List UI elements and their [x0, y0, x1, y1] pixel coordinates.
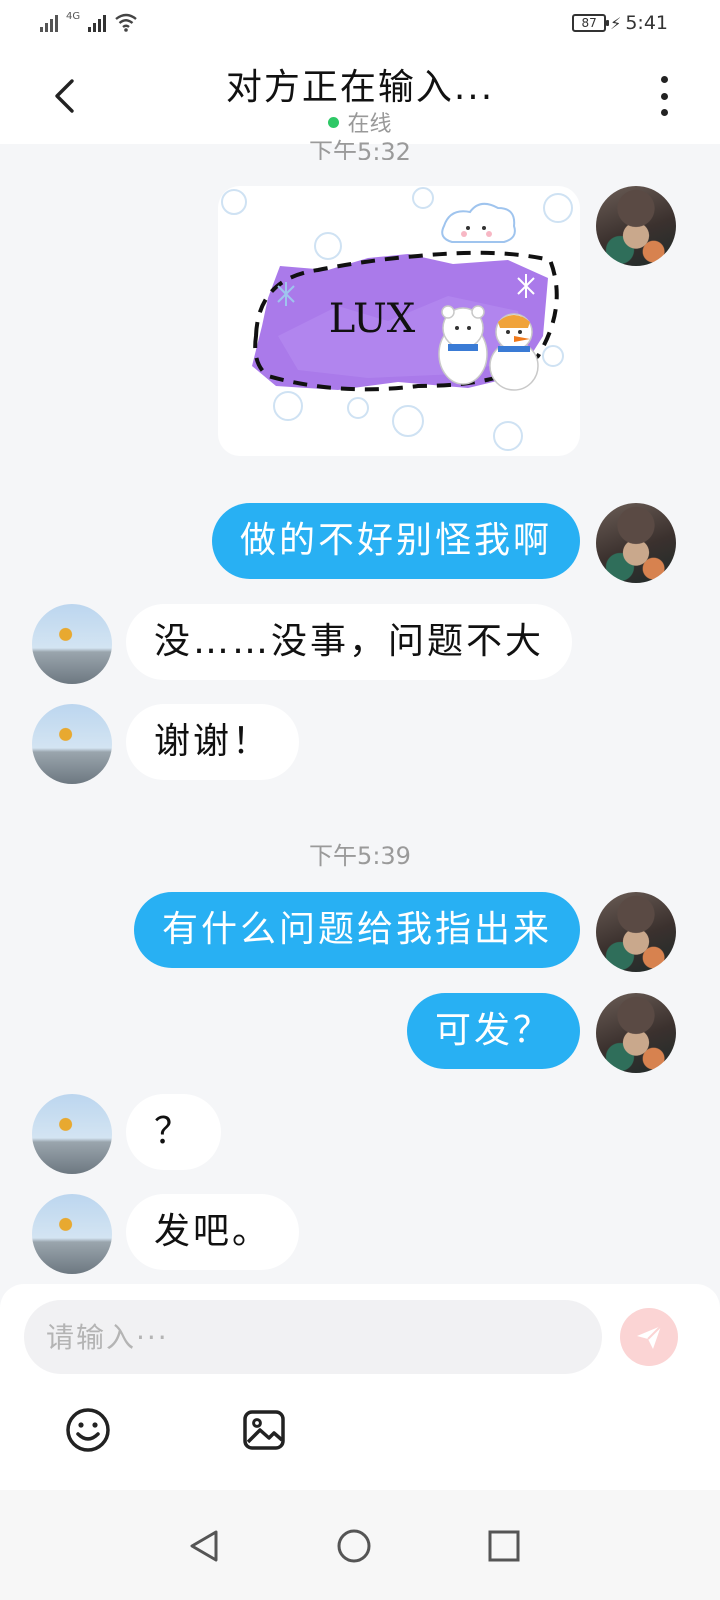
battery-icon: 87 [572, 14, 610, 32]
time-divider: 下午5:39 [309, 842, 411, 870]
emoji-icon [66, 1408, 110, 1452]
time-divider: 下午5:32 [0, 132, 720, 160]
nav-recents-button[interactable] [484, 1526, 524, 1566]
network-type: 4G [66, 11, 81, 22]
svg-text:LUX: LUX [329, 296, 416, 342]
my-avatar[interactable] [596, 892, 676, 972]
status-bar: 4G 87 ⚡ 5:41 [0, 0, 720, 48]
sticker-message[interactable]: LUX [218, 186, 580, 456]
outgoing-message-bubble[interactable]: 可发？ [406, 993, 580, 1069]
recents-square-icon [488, 1530, 520, 1562]
home-circle-icon [337, 1529, 371, 1563]
system-nav-bar [0, 1490, 720, 1600]
signal-icon-1 [40, 12, 58, 32]
incoming-message-bubble[interactable]: 没……没事，问题不大 [126, 604, 573, 680]
message-input[interactable] [24, 1300, 602, 1374]
contact-avatar[interactable] [32, 1094, 112, 1174]
more-dot-icon [660, 76, 668, 83]
signal-icon-2 [88, 12, 107, 32]
more-options-button[interactable] [652, 76, 676, 116]
nav-back-button[interactable] [184, 1526, 224, 1566]
my-avatar[interactable] [596, 503, 676, 583]
wifi-icon [115, 13, 137, 32]
back-triangle-icon [190, 1530, 218, 1562]
outgoing-message-bubble[interactable]: 有什么问题给我指出来 [133, 892, 580, 968]
time-divider-text: 下午5:32 [309, 138, 411, 160]
status-indicators: 4G [40, 11, 138, 32]
image-icon [243, 1410, 285, 1450]
status-time: 5:41 [625, 12, 668, 34]
chat-header: 对方正在输入... 在线 [0, 48, 720, 144]
chat-title: 对方正在输入... [225, 67, 495, 108]
image-button[interactable] [240, 1406, 288, 1454]
outgoing-message-bubble[interactable]: 做的不好别怪我啊 [211, 503, 580, 579]
contact-avatar[interactable] [32, 604, 112, 684]
my-avatar[interactable] [596, 993, 676, 1073]
paper-plane-icon [637, 1325, 662, 1349]
lux-sticker-image: LUX [221, 187, 573, 451]
incoming-message-bubble[interactable]: 发吧。 [126, 1194, 300, 1270]
contact-avatar[interactable] [32, 704, 112, 784]
more-dot-icon [660, 92, 668, 100]
my-avatar[interactable] [596, 186, 676, 266]
send-button[interactable] [620, 1308, 678, 1366]
more-dot-icon [660, 109, 668, 116]
contact-avatar[interactable] [32, 1194, 112, 1274]
charging-icon: ⚡ [610, 13, 622, 33]
composer-panel [0, 1284, 720, 1490]
status-right: 87 ⚡ 5:41 [572, 12, 668, 34]
nav-home-button[interactable] [334, 1526, 374, 1566]
emoji-button[interactable] [64, 1406, 112, 1454]
incoming-message-bubble[interactable]: ？ [126, 1094, 222, 1170]
online-dot-icon [328, 116, 340, 128]
incoming-message-bubble[interactable]: 谢谢！ [126, 704, 300, 780]
